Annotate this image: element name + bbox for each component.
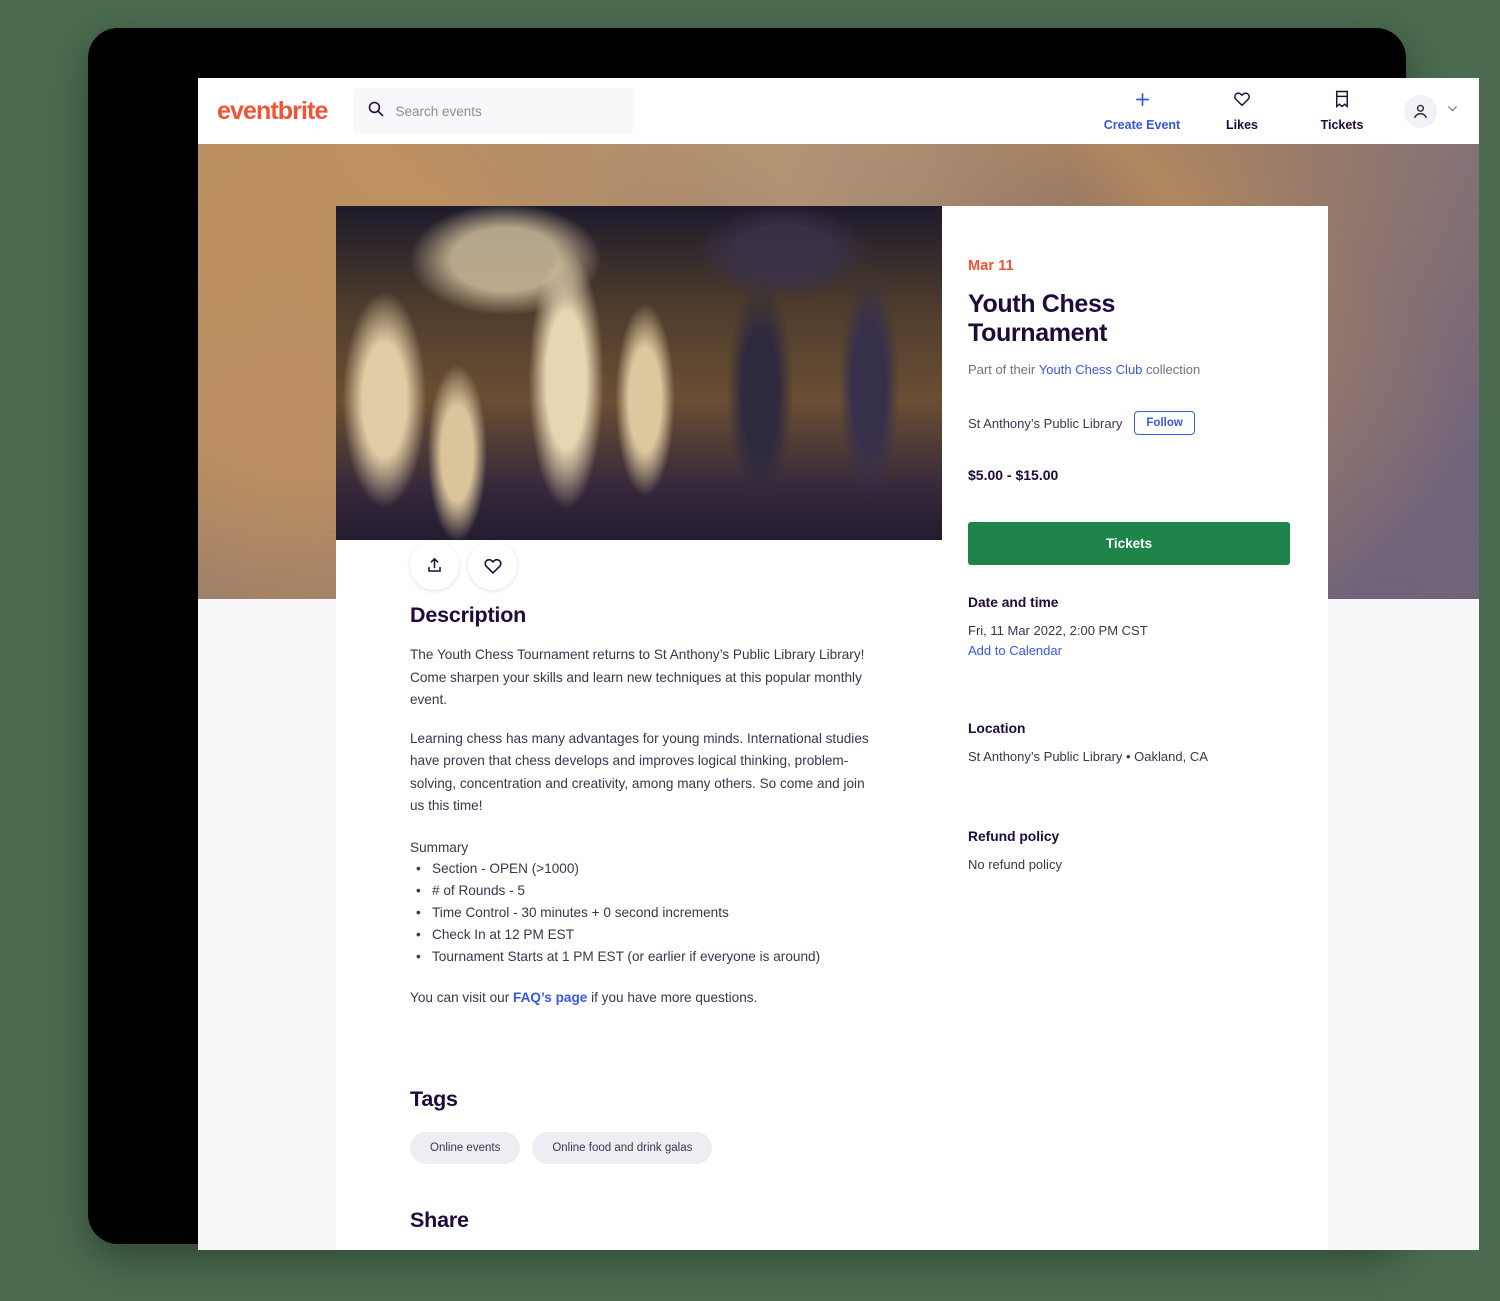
location-value: St Anthony’s Public Library • Oakland, C… [968,748,1208,764]
date-and-time-value: Fri, 11 Mar 2022, 2:00 PM CST [968,623,1148,638]
add-to-calendar-link[interactable]: Add to Calendar [968,643,1290,658]
heart-icon [1233,90,1251,113]
collection-link[interactable]: Youth Chess Club [1039,362,1143,377]
description-paragraph-1: The Youth Chess Tournament returns to St… [410,647,865,708]
follow-button[interactable]: Follow [1134,411,1195,435]
avatar[interactable] [1404,94,1437,128]
create-event-button[interactable]: Create Event [1092,91,1192,132]
tags-row: Online events Online food and drink gala… [410,1132,882,1165]
nav-actions: Create Event Likes Tickets [1092,90,1459,132]
tickets-nav-button[interactable]: Tickets [1292,90,1392,132]
create-event-label: Create Event [1103,117,1181,132]
tag-chip[interactable]: Online events [410,1132,521,1165]
description-column: Description The Youth Chess Tournament r… [336,565,942,1250]
list-item: Tournament Starts at 1 PM EST (or earlie… [410,946,882,968]
list-item: Section - OPEN (>1000) [410,858,882,880]
search-bar[interactable] [353,88,634,134]
event-price: $5.00 - $15.00 [968,467,1059,483]
collection-line: Part of their Youth Chess Club collectio… [968,362,1290,377]
search-icon [367,100,384,122]
plus-icon [1134,91,1151,113]
hero-image-container [336,206,942,590]
refund-policy-value: No refund policy [968,857,1062,872]
summary-label: Summary [410,839,469,855]
summary-list: Section - OPEN (>1000) # of Rounds - 5 T… [410,858,882,968]
location-heading: Location [968,720,1026,736]
list-item: Check In at 12 PM EST [410,924,882,946]
refund-policy-block: Refund policy No refund policy [968,829,1290,875]
collection-prefix: Part of their [968,362,1039,377]
search-input[interactable] [395,103,620,119]
card-body-section: Description The Youth Chess Tournament r… [336,565,1328,1250]
tag-chip[interactable]: Online food and drink galas [532,1132,713,1165]
tickets-button[interactable]: Tickets [968,522,1290,565]
list-item: # of Rounds - 5 [410,880,882,902]
device-frame: eventbrite Create Event [88,28,1479,1250]
organizer-name: St Anthony’s Public Library [968,415,1123,431]
faq-prefix: You can visit our [410,990,514,1006]
date-and-time-heading: Date and time [968,595,1059,610]
account-menu[interactable] [1404,94,1459,128]
description-title: Description [410,603,527,627]
tickets-nav-label: Tickets [1320,118,1364,132]
event-details-column: Date and time Fri, 11 Mar 2022, 2:00 PM … [942,565,1328,1250]
browser-screen: eventbrite Create Event [198,78,1479,1250]
tags-title: Tags [410,1087,458,1112]
faq-line: You can visit our FAQ’s page if you have… [410,990,882,1005]
list-item: Time Control - 30 minutes + 0 second inc… [410,902,882,924]
chevron-down-icon[interactable] [1446,102,1459,120]
event-content-card: Mar 11 Youth Chess Tournament Part of th… [336,206,1328,1250]
event-title: Youth Chess Tournament [968,290,1116,347]
location-block: Location St Anthony’s Public Library • O… [968,721,1290,767]
share-event-button[interactable] [410,541,459,590]
share-title: Share [410,1208,469,1233]
date-and-time-block: Date and time Fri, 11 Mar 2022, 2:00 PM … [968,595,1290,658]
event-date-badge: Mar 11 [968,258,1014,274]
refund-policy-heading: Refund policy [968,829,1060,844]
eventbrite-logo[interactable]: eventbrite [217,97,328,126]
organizer-row: St Anthony’s Public Library Follow [968,411,1290,435]
ticket-icon [1334,90,1350,113]
faq-link[interactable]: FAQ’s page [513,990,587,1005]
card-top-section: Mar 11 Youth Chess Tournament Part of th… [336,206,1328,590]
description-paragraph-2: Learning chess has many advantages for y… [410,730,869,814]
likes-button[interactable]: Likes [1192,90,1292,132]
event-hero-image [336,206,942,540]
like-event-button[interactable] [468,541,517,590]
collection-suffix: collection [1142,362,1201,377]
event-info-panel: Mar 11 Youth Chess Tournament Part of th… [942,206,1328,565]
likes-label: Likes [1226,118,1258,132]
top-navigation-bar: eventbrite Create Event [198,78,1479,144]
faq-suffix: if you have more questions. [587,990,758,1006]
